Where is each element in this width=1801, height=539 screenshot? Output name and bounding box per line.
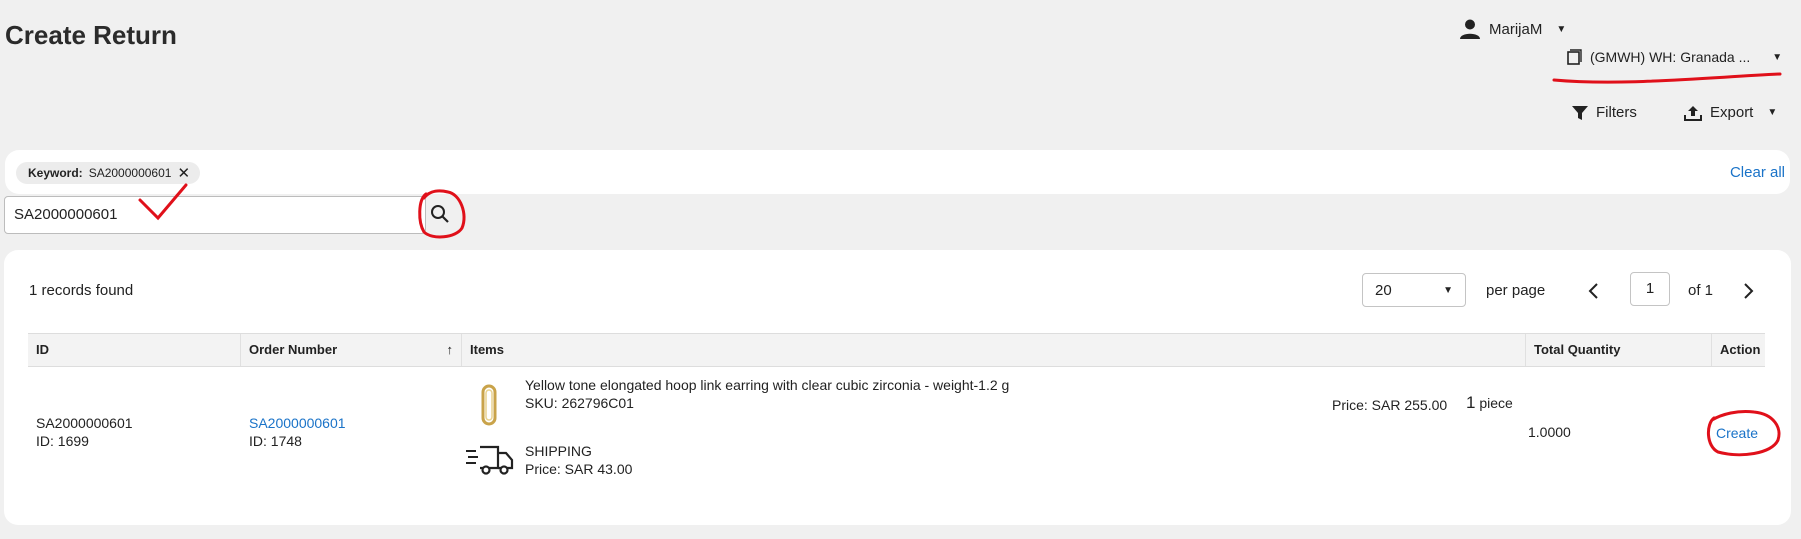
chevron-right-icon[interactable] bbox=[1740, 282, 1756, 300]
column-header-total-quantity[interactable]: Total Quantity bbox=[1526, 334, 1712, 366]
filter-panel bbox=[5, 150, 1790, 194]
item-qty-value: 1 bbox=[1466, 393, 1476, 412]
annotation-underline bbox=[1552, 72, 1782, 84]
per-page-value: 20 bbox=[1375, 281, 1392, 299]
per-page-select[interactable]: 20 ▼ bbox=[1362, 273, 1466, 307]
caret-down-icon: ▼ bbox=[1443, 284, 1453, 296]
table-header: ID Order Number ↑ Items Total Quantity A… bbox=[28, 333, 1765, 367]
caret-down-icon: ▼ bbox=[1767, 107, 1778, 118]
table-cell-id: SA2000000601 ID: 1699 bbox=[36, 414, 133, 450]
warehouse-name: (GMWH) WH: Granada ... bbox=[1590, 49, 1751, 65]
order-id-sub: ID: 1748 bbox=[249, 433, 302, 449]
table-cell-order-number: SA2000000601 ID: 1748 bbox=[249, 414, 346, 450]
column-header-order-number[interactable]: Order Number ↑ bbox=[241, 334, 462, 366]
page-total: of 1 bbox=[1688, 282, 1714, 299]
per-page-label: per page bbox=[1486, 282, 1546, 299]
clear-all-link[interactable]: Clear all bbox=[1730, 164, 1785, 181]
user-name: MarijaM bbox=[1489, 20, 1543, 38]
page-title: Create Return bbox=[5, 20, 177, 50]
user-menu[interactable]: MarijaM ▼ bbox=[1459, 18, 1566, 40]
return-id-sub: ID: 1699 bbox=[36, 433, 89, 449]
delivery-truck-icon bbox=[466, 445, 514, 475]
item-price: Price: SAR 255.00 bbox=[1332, 397, 1448, 413]
filters-button[interactable]: Filters bbox=[1572, 104, 1637, 121]
item-name: Yellow tone elongated hoop link earring … bbox=[525, 377, 1010, 393]
keyword-filter-chip: Keyword: SA2000000601 ✕ bbox=[16, 162, 201, 184]
shipping-label: SHIPPING bbox=[525, 443, 592, 459]
close-icon[interactable]: ✕ bbox=[177, 164, 190, 182]
filters-label: Filters bbox=[1596, 104, 1637, 121]
page-number-input[interactable]: 1 bbox=[1630, 272, 1670, 306]
column-header-order-number-label: Order Number bbox=[249, 342, 338, 357]
earring-product-image bbox=[481, 384, 497, 426]
arrow-up-icon: ↑ bbox=[446, 342, 454, 357]
item-qty-unit: piece bbox=[1479, 395, 1513, 411]
chip-key: Keyword: bbox=[28, 166, 83, 180]
search-icon[interactable] bbox=[428, 202, 452, 226]
column-header-id[interactable]: ID bbox=[28, 334, 241, 366]
column-header-action: Action bbox=[1720, 342, 1761, 357]
item-quantity: 1 piece bbox=[1466, 394, 1513, 412]
total-quantity: 1.0000 bbox=[1528, 424, 1571, 440]
export-icon bbox=[1684, 105, 1702, 121]
chip-value: SA2000000601 bbox=[88, 166, 172, 180]
caret-down-icon: ▼ bbox=[1772, 51, 1783, 63]
caret-down-icon: ▼ bbox=[1556, 23, 1567, 35]
search-input[interactable] bbox=[14, 206, 394, 223]
item-sku: SKU: 262796C01 bbox=[525, 395, 634, 411]
item-details: Yellow tone elongated hoop link earring … bbox=[525, 376, 1009, 412]
export-label: Export bbox=[1710, 104, 1754, 121]
records-count: 1 records found bbox=[29, 282, 134, 299]
shipping-details: SHIPPING Price: SAR 43.00 bbox=[525, 442, 632, 478]
create-return-button[interactable]: Create bbox=[1716, 425, 1758, 441]
warehouse-selector[interactable]: (GMWH) WH: Granada ... ▼ bbox=[1566, 49, 1782, 65]
shipping-price: Price: SAR 43.00 bbox=[525, 461, 633, 477]
filter-icon bbox=[1572, 105, 1588, 120]
order-number-link[interactable]: SA2000000601 bbox=[249, 414, 346, 432]
return-id: SA2000000601 bbox=[36, 415, 133, 431]
user-icon bbox=[1460, 19, 1480, 39]
chevron-left-icon[interactable] bbox=[1586, 282, 1602, 300]
export-button[interactable]: Export ▼ bbox=[1684, 104, 1777, 121]
column-header-items[interactable]: Items bbox=[462, 334, 1526, 366]
warehouse-icon bbox=[1567, 49, 1582, 65]
